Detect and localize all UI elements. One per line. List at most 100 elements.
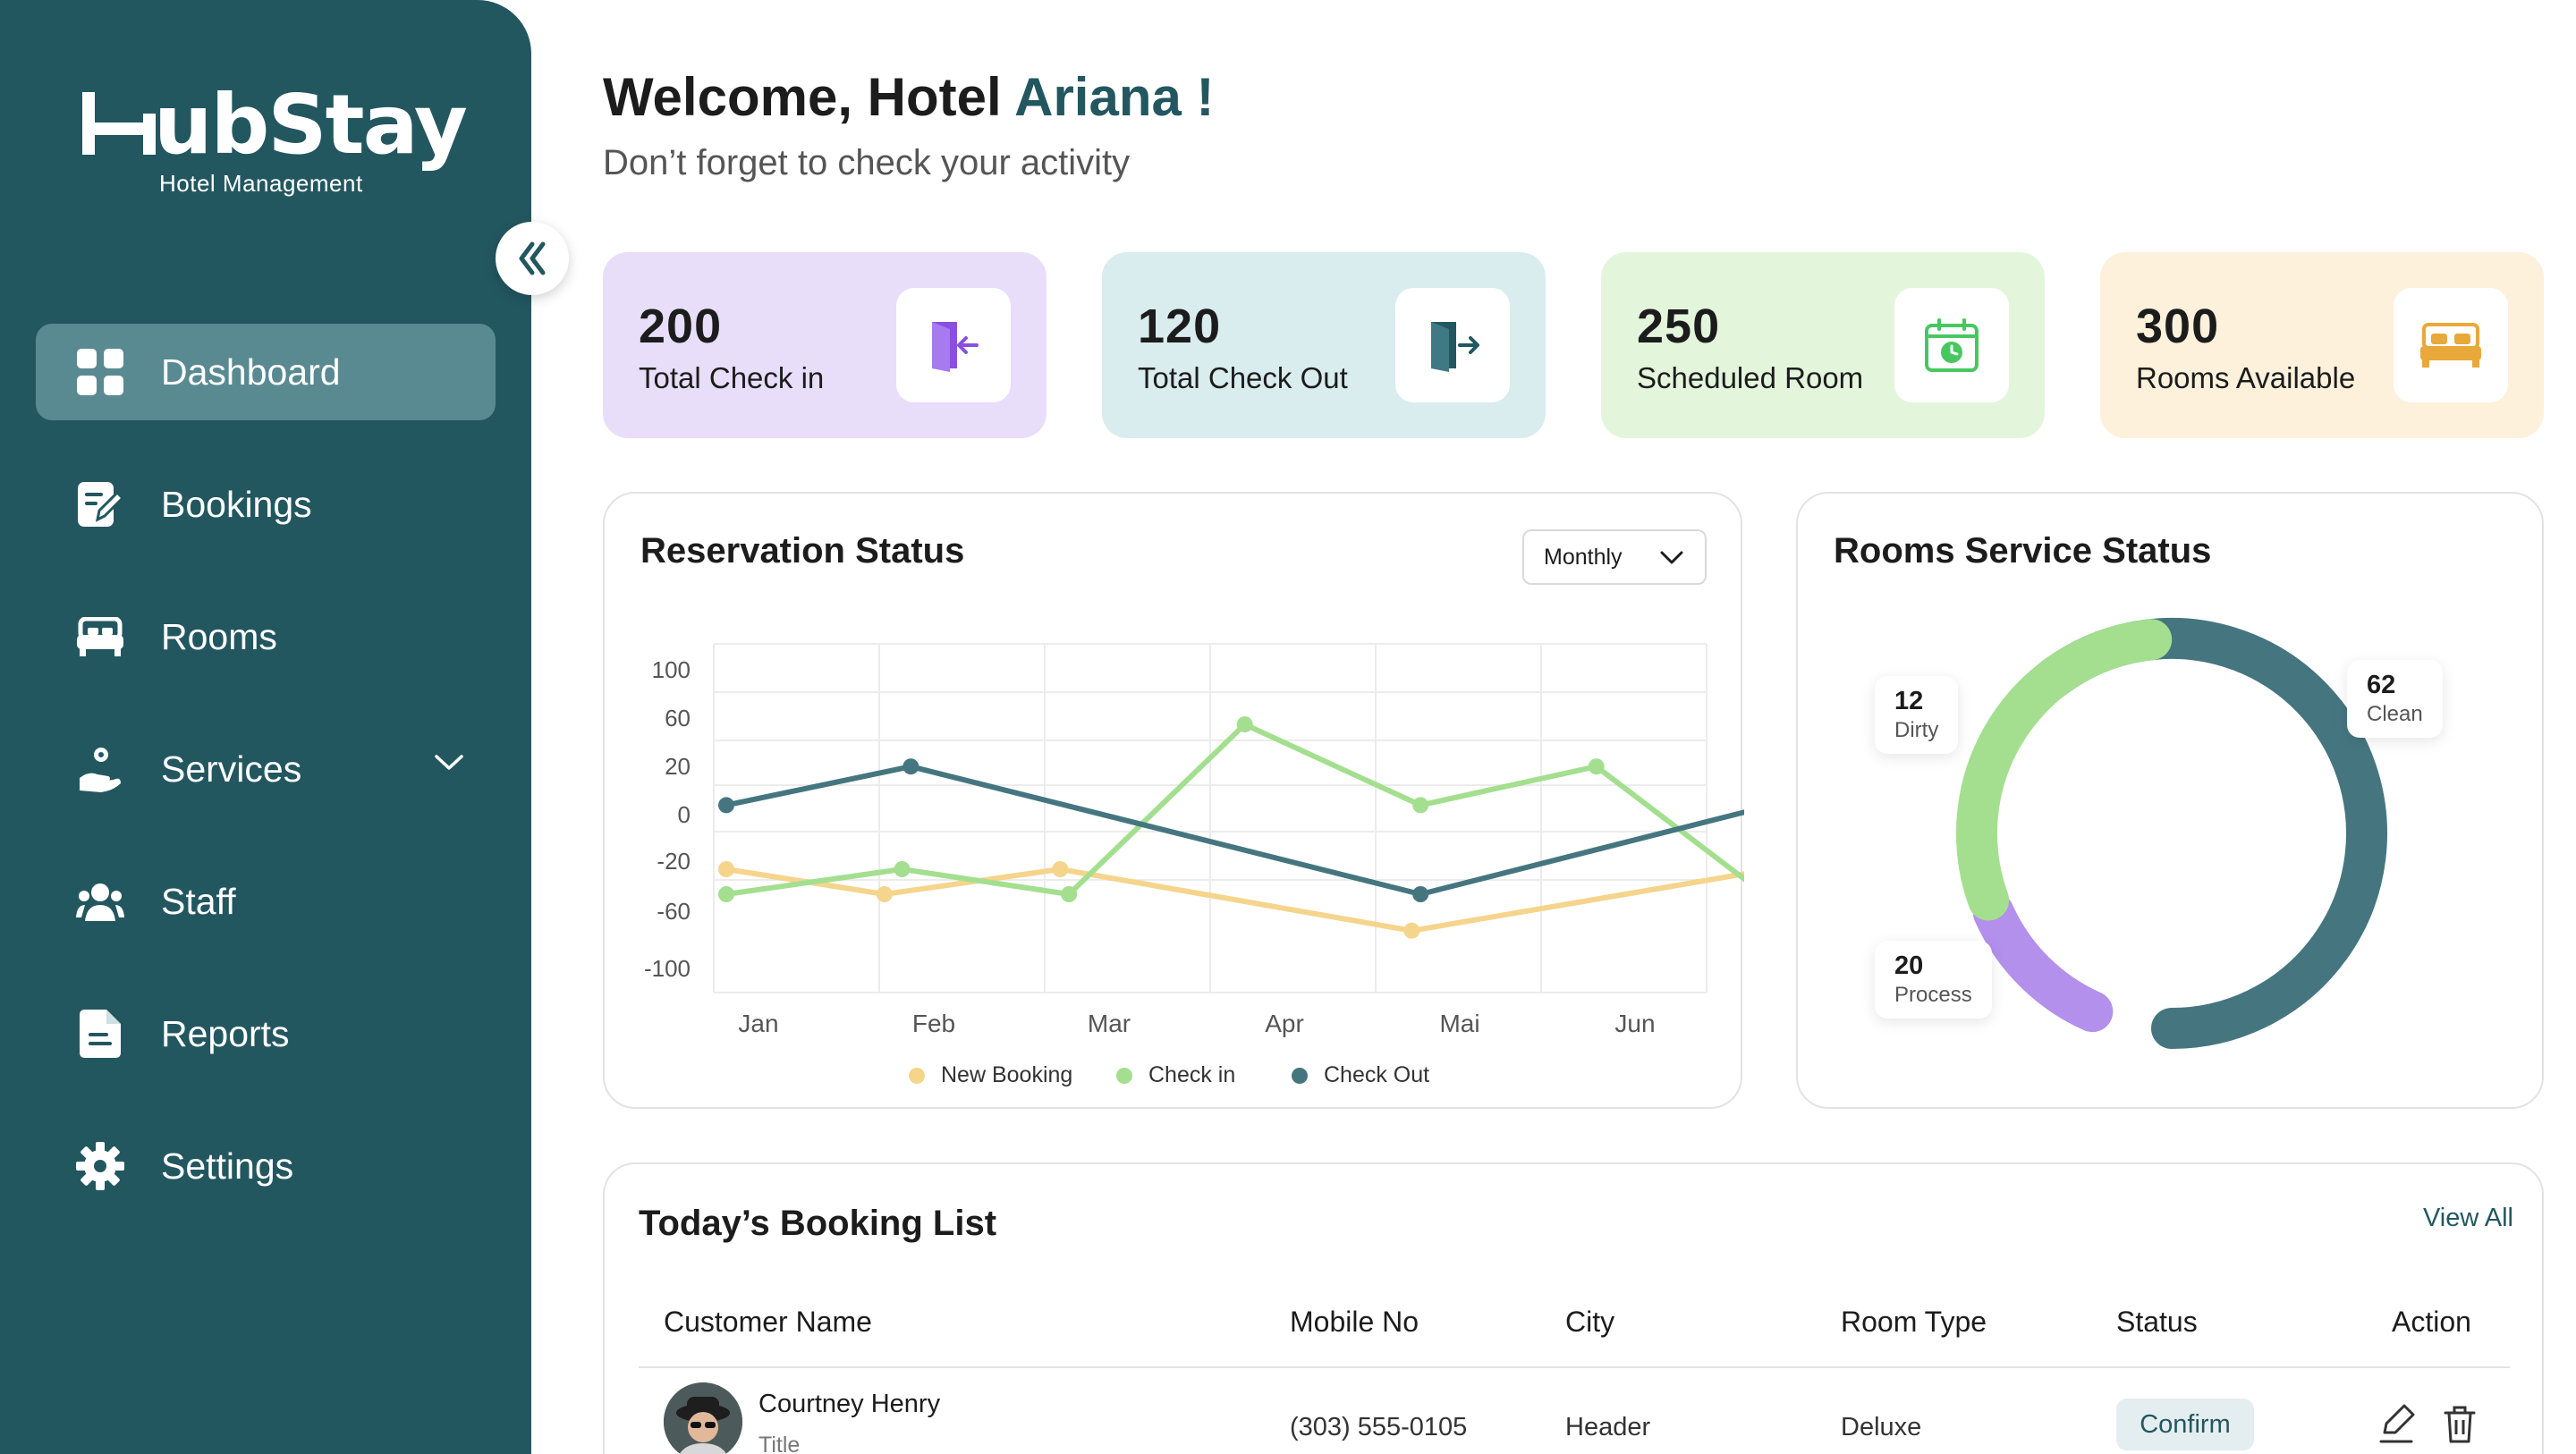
brand-wordmark: ubStay — [80, 77, 468, 173]
clean-count: 62 — [2367, 671, 2396, 699]
data-point — [1052, 861, 1069, 877]
panel-title: Today’s Booking List — [639, 1204, 997, 1243]
sidebar-item-rooms[interactable]: Rooms — [36, 588, 496, 685]
x-tick-label: Apr — [1265, 1010, 1304, 1037]
sidebar-item-label: Rooms — [161, 615, 277, 657]
legend-item[interactable]: Check Out — [1292, 1062, 1429, 1088]
dirty-label: Dirty — [1894, 718, 1939, 742]
x-tick-label: Mai — [1439, 1010, 1479, 1037]
data-point — [1236, 716, 1253, 733]
sidebar-item-settings[interactable]: Settings — [36, 1118, 496, 1214]
view-all-link[interactable]: View All — [2423, 1204, 2513, 1233]
check-out-icon — [1395, 288, 1510, 402]
stat-card-rooms-available[interactable]: 300 Rooms Available — [2100, 252, 2544, 438]
delete-icon[interactable] — [2442, 1404, 2478, 1443]
stat-label: Scheduled Room — [1637, 361, 1864, 394]
dirty-count: 12 — [1894, 687, 1924, 715]
sidebar-item-label: Bookings — [161, 483, 312, 525]
stat-label: Total Check Out — [1138, 361, 1348, 394]
y-tick-label: 100 — [652, 656, 691, 683]
stat-value: 200 — [639, 300, 723, 353]
x-tick-label: Jun — [1614, 1010, 1655, 1037]
y-tick-label: 0 — [678, 801, 691, 828]
process-label: Process — [1894, 983, 1972, 1007]
sidebar-item-label: Staff — [161, 880, 236, 922]
legend-item[interactable]: Check in — [1116, 1062, 1235, 1088]
y-tick-label: 60 — [665, 705, 691, 731]
column-header-action[interactable]: Action — [2392, 1306, 2471, 1339]
bed-icon — [75, 612, 125, 662]
column-header-status[interactable]: Status — [2116, 1306, 2198, 1339]
sidebar-item-label: Services — [161, 748, 302, 790]
column-header-room-type[interactable]: Room Type — [1841, 1306, 1987, 1339]
sidebar: ubStay Hotel Management Dashboard Bookin… — [0, 0, 531, 1454]
data-point — [1588, 758, 1605, 775]
chart-legend: New Booking Check in Check Out — [605, 1062, 1744, 1089]
hand-service-icon — [75, 744, 125, 794]
data-point — [1412, 797, 1429, 814]
brand-logo[interactable]: ubStay Hotel Management — [80, 77, 468, 198]
column-header-city[interactable]: City — [1565, 1306, 1614, 1339]
room-type: Deluxe — [1841, 1413, 1922, 1441]
brand-name: ubStay — [154, 77, 468, 173]
report-file-icon — [75, 1009, 125, 1059]
data-point — [718, 797, 734, 814]
users-icon — [75, 876, 125, 926]
x-tick-label: Jan — [738, 1010, 778, 1037]
sidebar-item-services[interactable]: Services — [36, 721, 496, 817]
status-badge[interactable]: Confirm — [2116, 1399, 2254, 1450]
sidebar-item-staff[interactable]: Staff — [36, 853, 496, 950]
sidebar-item-dashboard[interactable]: Dashboard — [36, 324, 496, 420]
data-point — [1061, 886, 1078, 902]
dirty-callout: 12 Dirty — [1875, 676, 1959, 754]
customer-subtitle: Title — [758, 1433, 801, 1454]
stat-card-check-out[interactable]: 120 Total Check Out — [1102, 252, 1546, 438]
y-tick-label: -20 — [657, 848, 691, 875]
chevron-down-icon[interactable] — [435, 755, 463, 771]
legend-swatch — [1116, 1067, 1132, 1084]
sidebar-item-label: Settings — [161, 1145, 294, 1187]
page-subtitle: Don’t forget to check your activity — [603, 143, 1131, 182]
booking-list-panel: Today’s Booking List View All Customer N… — [603, 1162, 2544, 1454]
data-point — [1412, 886, 1429, 902]
bed-h-logo-icon — [82, 92, 156, 155]
edit-icon[interactable] — [2377, 1404, 2415, 1443]
donut-segment-dirty[interactable] — [1972, 892, 2114, 1033]
sidebar-item-label: Dashboard — [161, 351, 341, 393]
stat-value: 300 — [2136, 300, 2220, 353]
stat-label: Total Check in — [639, 361, 825, 394]
y-tick-label: -60 — [657, 898, 691, 925]
legend-item[interactable]: New Booking — [909, 1062, 1072, 1088]
stat-label: Rooms Available — [2136, 361, 2356, 394]
donut-segment-process[interactable] — [1956, 619, 2173, 921]
collapse-sidebar-button[interactable] — [496, 222, 569, 295]
legend-label: New Booking — [941, 1062, 1073, 1087]
legend-label: Check in — [1148, 1062, 1236, 1087]
donut-segment-clean[interactable] — [2033, 618, 2387, 1049]
data-point — [1403, 922, 1420, 939]
gear-icon — [75, 1141, 125, 1191]
y-tick-label: -100 — [644, 955, 691, 982]
legend-swatch — [909, 1067, 925, 1084]
avatar — [664, 1382, 742, 1454]
sidebar-item-reports[interactable]: Reports — [36, 985, 496, 1082]
reservation-status-panel: Reservation Status Monthly 100 60 20 0 -20 -6… — [603, 492, 1744, 1109]
data-point — [902, 758, 919, 775]
sidebar-item-bookings[interactable]: Bookings — [36, 456, 496, 553]
x-tick-label: Mar — [1088, 1010, 1131, 1037]
column-header-mobile-no[interactable]: Mobile No — [1290, 1306, 1419, 1339]
brand-tagline: Hotel Management — [159, 170, 363, 197]
sidebar-nav: Dashboard Bookings Rooms Services Staff … — [36, 324, 496, 1250]
data-point — [718, 886, 734, 902]
page-title: Welcome, Hotel Ariana ! — [603, 67, 1215, 127]
table-row[interactable]: Courtney Henry Title (303) 555-0105 Head… — [605, 1368, 2546, 1454]
customer-name: Courtney Henry — [758, 1390, 941, 1418]
double-chevron-left-icon — [519, 241, 546, 275]
reservation-line-chart: 100 60 20 0 -20 -60 -100 Jan Feb Mar Apr Mai Jun — [644, 643, 1744, 1037]
column-header-customer-name[interactable]: Customer Name — [664, 1306, 872, 1339]
stat-card-scheduled-room[interactable]: 250 Scheduled Room — [1601, 252, 2045, 438]
stat-value: 250 — [1637, 300, 1721, 353]
legend-label: Check Out — [1324, 1062, 1430, 1087]
grid-icon — [75, 347, 125, 397]
stat-card-check-in[interactable]: 200 Total Check in — [603, 252, 1046, 438]
